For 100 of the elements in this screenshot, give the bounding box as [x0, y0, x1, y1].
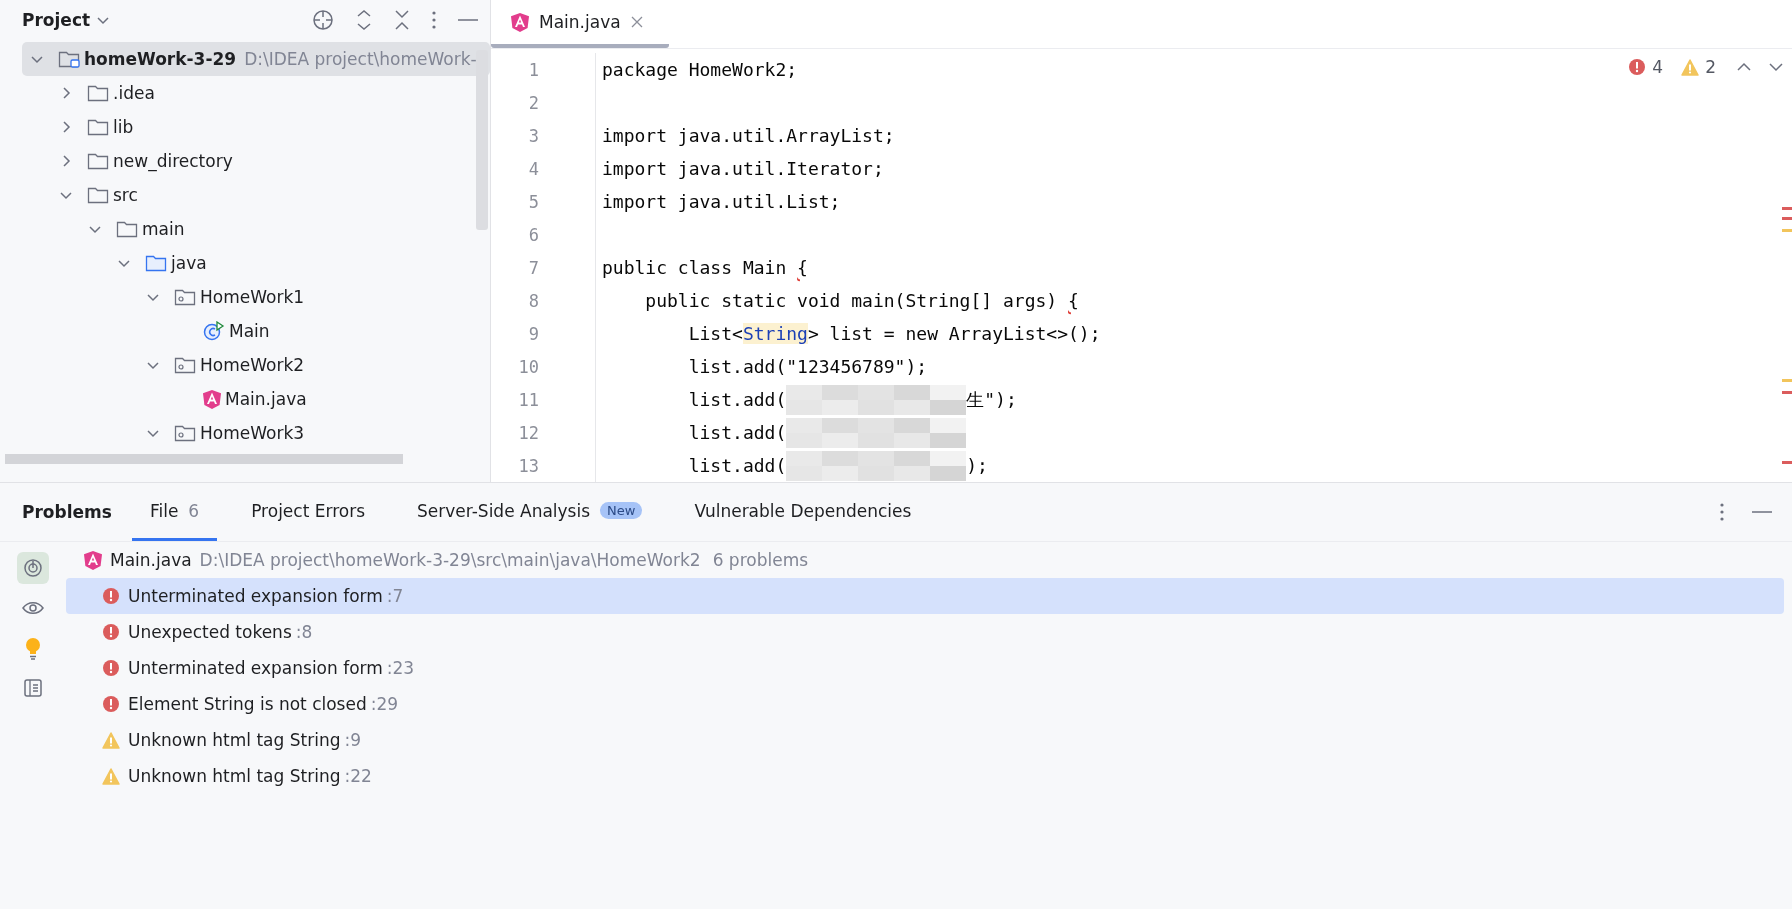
tree-item[interactable]: HomeWork1 [22, 280, 490, 314]
tree-item[interactable]: src [22, 178, 490, 212]
problem-message: Unknown html tag String [128, 766, 341, 786]
problem-message: Unterminated expansion form [128, 658, 383, 678]
angular-file-icon [203, 389, 221, 409]
tree-item[interactable]: Main [22, 314, 490, 348]
chevron-down-icon[interactable] [1768, 60, 1784, 74]
folder-icon [145, 254, 167, 272]
problem-line: :23 [386, 658, 415, 678]
problem-line: :8 [295, 622, 313, 642]
close-icon[interactable] [630, 16, 643, 28]
problem-row[interactable]: Unterminated expansion form :23 [66, 650, 1784, 686]
package-folder-icon [174, 288, 196, 306]
error-icon [102, 695, 120, 713]
problem-line: :29 [370, 694, 399, 714]
tree-item[interactable]: .idea [22, 76, 490, 110]
problems-tab[interactable]: File 6 [131, 483, 218, 541]
tree-item[interactable]: homeWork-3-29 D:\IDEA project\homeWork- [22, 42, 490, 76]
error-icon [102, 623, 120, 641]
problems-tab[interactable]: Project Errors [233, 483, 384, 541]
highlighted-code: String [742, 323, 808, 344]
scrollbar[interactable] [5, 454, 403, 464]
tree-item[interactable]: HomeWork2 [22, 348, 490, 382]
refresh-icon [22, 557, 44, 579]
problem-message: Unterminated expansion form [128, 586, 383, 606]
minimize-icon[interactable] [458, 18, 478, 22]
problem-message: Element String is not closed [128, 694, 367, 714]
problems-tab[interactable]: Server-Side Analysis New [399, 483, 661, 541]
warning-count[interactable]: 2 [1705, 57, 1716, 77]
folder-icon [116, 220, 138, 238]
problem-line: :22 [344, 766, 372, 786]
code-text: > list = new ArrayList<>(); [807, 323, 1101, 344]
line-number: 7 [527, 257, 539, 278]
folder-icon [87, 186, 109, 204]
error-icon [102, 659, 120, 677]
minimize-icon[interactable] [1752, 510, 1772, 514]
problem-row[interactable]: Element String is not closed :29 [66, 686, 1784, 722]
problem-count: 6 problems [712, 550, 809, 570]
problem-line: :9 [344, 730, 361, 750]
panel-title: Problems [22, 501, 112, 524]
file-name: Main.java [110, 550, 192, 570]
code-text: import java.util.Iterator; [602, 158, 884, 179]
editor-tab[interactable]: Main.java [491, 0, 669, 48]
code-text: public static void main(String[] args) [644, 290, 1059, 311]
code-text: ); [966, 455, 988, 476]
folder-icon [87, 152, 109, 170]
tree-item[interactable]: Main.java [22, 382, 490, 416]
code-text: 生"); [966, 387, 1017, 412]
collapse-all-icon[interactable] [394, 9, 410, 31]
folder-icon [87, 118, 109, 136]
lightbulb-icon [24, 636, 42, 660]
folder-icon [87, 84, 109, 102]
problem-row[interactable]: Unknown html tag String :22 [66, 758, 1784, 794]
problem-message: Unknown html tag String [128, 730, 341, 750]
line-number: 5 [527, 191, 539, 212]
line-number: 11 [517, 389, 539, 410]
problems-tab[interactable]: Vulnerable Dependencies [676, 483, 930, 541]
new-badge: New [600, 502, 643, 519]
code-text: import java.util.List; [602, 191, 841, 212]
more-icon[interactable] [1720, 503, 1724, 521]
autoscroll-button[interactable] [17, 552, 49, 584]
tree-item[interactable]: lib [22, 110, 490, 144]
code-text: { [1068, 290, 1079, 311]
code-text: List< [687, 323, 743, 344]
problem-row[interactable]: Unterminated expansion form :7 [66, 578, 1784, 614]
angular-file-icon [511, 12, 529, 32]
line-number: 8 [527, 290, 539, 311]
line-number: 12 [517, 422, 539, 443]
tree-item[interactable]: java [22, 246, 490, 280]
expand-all-icon[interactable] [356, 9, 372, 31]
more-icon[interactable] [432, 11, 436, 29]
code-text: package HomeWork2; [602, 59, 798, 80]
package-folder-icon [174, 424, 196, 442]
problem-row[interactable]: Unexpected tokens :8 [66, 614, 1784, 650]
line-number: 1 [527, 59, 539, 80]
code-text: list.add("123456789"); [687, 356, 928, 377]
code-text: import java.util.ArrayList; [602, 125, 895, 146]
panel-title[interactable]: Project [22, 10, 91, 30]
line-number: 13 [517, 455, 539, 476]
tab-label[interactable]: Main.java [539, 12, 621, 32]
problem-line: :7 [386, 586, 404, 606]
tab-count: 6 [188, 500, 200, 521]
file-row[interactable]: Main.java D:\IDEA project\homeWork-3-29\src\main\java\HomeWork2 6 problems [66, 542, 1784, 578]
problem-message: Unexpected tokens [128, 622, 292, 642]
error-icon [102, 587, 120, 605]
line-number: 6 [527, 224, 539, 245]
line-number: 2 [527, 92, 539, 113]
problem-row[interactable]: Unknown html tag String :9 [66, 722, 1784, 758]
code-text: list.add( [687, 455, 787, 476]
warning-icon [1681, 58, 1700, 76]
panel-icon [23, 678, 43, 698]
tree-item[interactable]: new_directory [22, 144, 490, 178]
tree-item[interactable]: HomeWork3 [22, 416, 490, 450]
tree-item[interactable]: main [22, 212, 490, 246]
error-count[interactable]: 4 [1652, 57, 1664, 77]
crosshair-icon[interactable] [312, 9, 334, 31]
scrollbar[interactable] [476, 50, 488, 230]
class-run-icon [203, 321, 225, 341]
code-text: list.add( [687, 422, 787, 443]
module-folder-icon [58, 50, 80, 68]
